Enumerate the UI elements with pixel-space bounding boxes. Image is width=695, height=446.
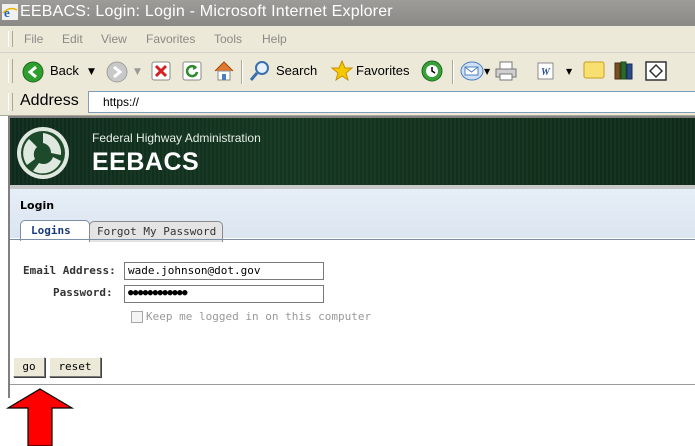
tab-underline: [10, 239, 695, 240]
search-label: Search: [276, 63, 318, 78]
search-button[interactable]: Search: [248, 58, 324, 84]
tab-logins-label: Logins: [31, 224, 71, 237]
menu-favorites[interactable]: Favorites: [146, 32, 195, 46]
address-url: https://: [103, 95, 140, 109]
menu-file[interactable]: File: [24, 32, 43, 46]
keep-logged-in-label: Keep me logged in on this computer: [146, 310, 372, 323]
go-button-label: go: [22, 360, 36, 373]
login-panel: Login Logins Forgot My Password Email Ad…: [10, 189, 695, 385]
search-magnifier-icon: [249, 61, 269, 81]
address-grip: [8, 93, 13, 111]
forward-dropdown-icon[interactable]: ▼: [134, 67, 141, 77]
site-banner: Federal Highway Administration EEBACS: [10, 118, 695, 185]
edit-word-icon[interactable]: W: [536, 61, 556, 81]
back-arrow-icon: [22, 61, 44, 83]
menu-bar: File Edit View Favorites Tools Help: [0, 26, 695, 53]
password-field[interactable]: ●●●●●●●●●●●●: [124, 285, 324, 303]
password-value: ●●●●●●●●●●●●: [128, 288, 188, 298]
favorites-label: Favorites: [356, 63, 410, 78]
menu-view[interactable]: View: [101, 32, 127, 46]
address-bar: Address https://: [0, 89, 695, 116]
edit-dropdown-icon[interactable]: ▼: [566, 67, 572, 76]
keep-logged-in-checkbox[interactable]: [131, 311, 143, 323]
back-label: Back: [50, 63, 79, 78]
email-label: Email Address:: [23, 264, 116, 277]
menu-help[interactable]: Help: [262, 32, 287, 46]
email-value: wade.johnson@dot.gov: [128, 264, 261, 277]
menu-edit[interactable]: Edit: [62, 32, 83, 46]
forward-button[interactable]: ▼: [106, 59, 148, 85]
title-bar: e EEBACS: Login: Login - Microsoft Inter…: [0, 0, 695, 26]
stop-icon[interactable]: [151, 61, 171, 81]
favorites-button[interactable]: Favorites: [330, 58, 414, 84]
tab-forgot-password-label: Forgot My Password: [97, 225, 217, 238]
discuss-icon[interactable]: [582, 60, 606, 82]
password-label: Password:: [53, 286, 113, 299]
refresh-icon[interactable]: [182, 61, 202, 81]
address-input[interactable]: https://: [88, 91, 695, 113]
menu-grip: [8, 31, 13, 47]
reset-button-label: reset: [58, 360, 92, 373]
svg-text:W: W: [541, 67, 551, 78]
toolbar-separator: [241, 60, 243, 84]
forward-arrow-icon: [106, 61, 128, 83]
mail-dropdown-icon[interactable]: ▼: [484, 67, 490, 76]
window-title: EEBACS: Login: Login - Microsoft Interne…: [20, 3, 393, 20]
back-button[interactable]: Back ▼: [20, 59, 106, 85]
back-dropdown-icon[interactable]: ▼: [88, 67, 95, 77]
standard-toolbar: Back ▼ ▼ Search Favorites ▼ W ▼: [0, 53, 695, 90]
home-icon[interactable]: [212, 59, 236, 83]
favorites-star-icon: [330, 59, 354, 82]
reset-button[interactable]: reset: [49, 357, 101, 377]
print-icon[interactable]: [494, 59, 518, 83]
research-icon[interactable]: [612, 59, 636, 83]
ie-logo-icon: e: [2, 4, 18, 20]
messenger-icon[interactable]: [645, 61, 667, 81]
red-arrow-icon: [6, 388, 74, 446]
section-title: Login: [20, 199, 55, 212]
app-name: EEBACS: [92, 148, 200, 176]
fhwa-logo-icon: [17, 127, 69, 179]
history-icon[interactable]: [420, 59, 444, 83]
toolbar-separator: [452, 60, 454, 84]
menu-tools[interactable]: Tools: [214, 32, 242, 46]
tab-logins[interactable]: Logins: [20, 220, 90, 241]
svg-text:e: e: [4, 5, 10, 20]
mail-icon[interactable]: [460, 60, 484, 82]
toolbar-grip: [8, 59, 13, 83]
agency-name: Federal Highway Administration: [92, 131, 261, 145]
address-label: Address: [20, 92, 79, 109]
go-button[interactable]: go: [13, 357, 45, 377]
email-field[interactable]: wade.johnson@dot.gov: [124, 262, 324, 280]
panel-bottom-border: [10, 384, 695, 385]
